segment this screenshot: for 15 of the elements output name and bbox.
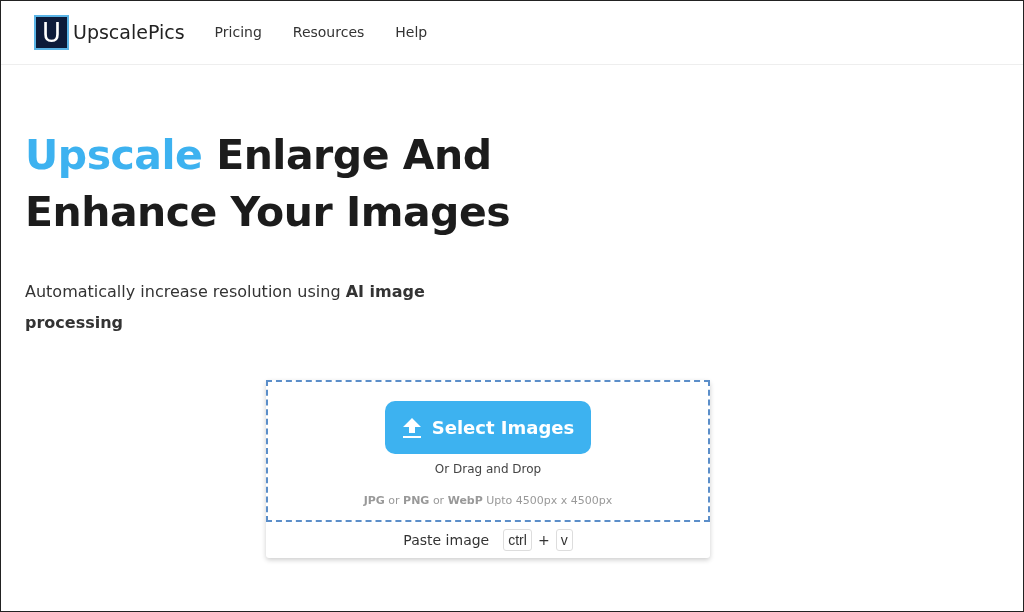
upload-icon [401,416,422,439]
hero-heading: Upscale Enlarge And Enhance Your Images [25,130,512,238]
plus-sign: + [537,530,550,550]
drop-zone[interactable]: Select Images Or Drag and Drop JPG or PNG or WebP Upto 4500px x 4500px [266,380,710,522]
logo-link[interactable]: U UpscalePics [34,15,185,50]
keyboard-key: v [555,529,573,551]
formats-note: JPG or PNG or WebP Upto 4500px x 4500px [363,493,613,509]
hero-subtitle: Automatically increase resolution using AI image processing [25,281,426,334]
paste-label: Paste image [403,530,490,550]
nav-link[interactable]: Pricing [214,22,262,43]
logo-icon: U [34,15,69,50]
nav-link[interactable]: Help [395,22,428,43]
nav-link[interactable]: Resources [292,22,365,43]
drag-drop-hint: Or Drag and Drop [434,461,542,478]
keyboard-key: ctrl [503,529,532,551]
